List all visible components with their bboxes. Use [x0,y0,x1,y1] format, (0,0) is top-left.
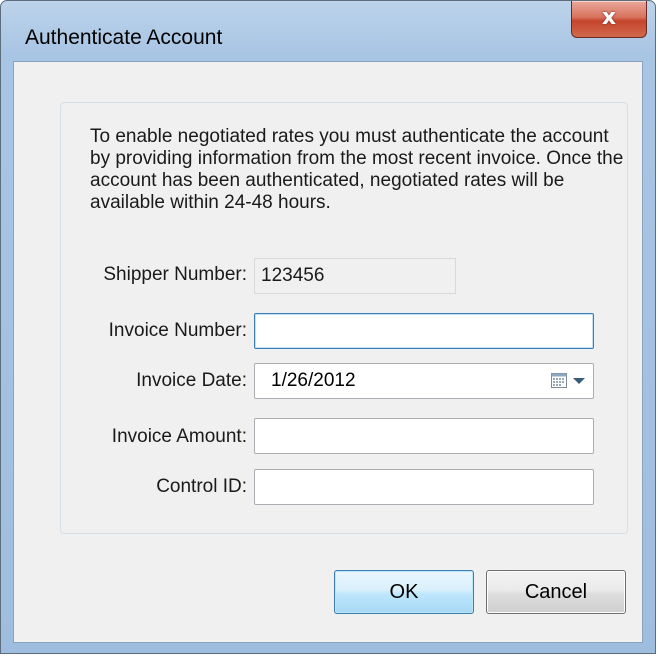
invoice-number-label: Invoice Number: [108,320,247,341]
invoice-date-picker[interactable]: 1/26/2012 [254,363,594,399]
cancel-button[interactable]: Cancel [486,570,626,614]
invoice-amount-label: Invoice Amount: [111,426,247,447]
invoice-number-input[interactable] [254,313,594,349]
close-button[interactable]: x [571,1,647,38]
control-id-input[interactable] [254,469,594,505]
title-bar[interactable]: Authenticate Account x [1,1,655,61]
description-text: To enable negotiated rates you must auth… [90,126,624,213]
shipper-number-label: Shipper Number: [103,264,247,285]
close-icon: x [601,5,617,30]
chevron-down-icon[interactable] [573,378,585,384]
shipper-number-value: 123456 [254,258,456,294]
control-id-label: Control ID: [156,476,247,497]
invoice-amount-input[interactable] [254,418,594,454]
ok-button[interactable]: OK [334,570,474,614]
dialog-client-area: To enable negotiated rates you must auth… [13,61,643,643]
calendar-icon[interactable] [551,373,567,388]
invoice-date-label: Invoice Date: [136,370,247,391]
invoice-date-value: 1/26/2012 [271,370,356,391]
authenticate-account-dialog: Authenticate Account x To enable negotia… [0,0,656,654]
window-title: Authenticate Account [25,26,223,49]
